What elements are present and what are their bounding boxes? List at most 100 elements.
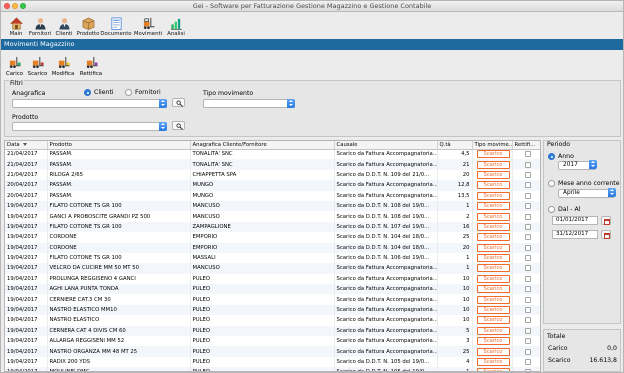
tipo-movimento-badge[interactable]: Scarico	[476, 181, 510, 190]
modifica-button[interactable]: Modifica	[49, 51, 77, 78]
table-row[interactable]: 19/04/2017 FILATO COTONE TS GR 100 ZAMPAGL…	[5, 221, 540, 233]
rettifica-checkbox[interactable]	[525, 192, 531, 199]
anagrafica-search-button[interactable]	[172, 98, 185, 107]
tipo-movimento-badge[interactable]: Scarico	[476, 191, 510, 200]
tipo-movimento-badge[interactable]: Scarico	[476, 212, 510, 221]
rettifica-checkbox[interactable]	[525, 161, 531, 168]
tipo-movimento-badge[interactable]: Scarico	[476, 170, 510, 179]
tipo-movimento-badge[interactable]: Scarico	[476, 295, 510, 304]
rettifica-checkbox[interactable]	[525, 234, 531, 241]
tipo-movimento-badge[interactable]: Scarico	[476, 306, 510, 315]
scarico-button[interactable]: Scarico	[26, 51, 49, 78]
toolbar-fornitori-button[interactable]: Fornitori	[28, 13, 52, 38]
rettifica-button[interactable]: Rettifica	[77, 51, 105, 78]
rettifica-checkbox[interactable]	[525, 286, 531, 293]
table-row[interactable]: 21/04/2017 PASSAM. TONALITA' SNC Scarico da…	[5, 159, 540, 170]
prodotto-search-button[interactable]	[172, 121, 185, 130]
mese-radio[interactable]	[548, 180, 555, 187]
table-row[interactable]: 19/04/2017 NASTRO ELASTICO PULEO Scarico da…	[5, 315, 540, 326]
table-row[interactable]: 19/04/2017 CORDONE EMPORIO Scarico da D.D.T…	[5, 242, 540, 253]
column-header-rettifica[interactable]: Rettifi...	[512, 141, 540, 150]
column-header-anagrafica[interactable]: Anagrafica Cliente/Fornitore	[190, 141, 335, 150]
rettifica-checkbox[interactable]	[525, 317, 531, 324]
toolbar-main-button[interactable]: Main	[4, 13, 28, 38]
tipo-movimento-badge[interactable]: Scarico	[476, 160, 510, 169]
tipo-movimento-select[interactable]	[203, 99, 295, 108]
table-row[interactable]: 21/04/2017 PASSAM. TONALITA' SNC Scarico da…	[5, 149, 540, 160]
dal-date-field[interactable]: 01/01/2017	[552, 216, 598, 225]
prodotto-select[interactable]	[12, 122, 167, 131]
table-row[interactable]: 20/04/2017 PASSAM. MUNGO Scarico da Fattura…	[5, 180, 540, 191]
table-row[interactable]: 19/04/2017 GANCI A PROBOSCITE GRANDI PZ 5…	[5, 211, 540, 222]
tipo-movimento-badge[interactable]: Scarico	[476, 202, 510, 211]
rettifica-checkbox[interactable]	[525, 296, 531, 303]
column-header-data[interactable]: Data	[5, 141, 48, 150]
column-header-tipo-movimento[interactable]: Tipo movime...	[472, 141, 513, 150]
tipo-movimento-badge[interactable]: Scarico	[476, 285, 510, 294]
al-date-field[interactable]: 31/12/2017	[552, 230, 598, 239]
rettifica-checkbox[interactable]	[525, 327, 531, 334]
anno-radio[interactable]	[548, 153, 555, 160]
anno-select[interactable]: 2017	[558, 160, 597, 170]
toolbar-documento-button[interactable]: Documento	[100, 13, 132, 38]
tipo-movimento-badge[interactable]: Scarico	[476, 337, 510, 346]
table-row[interactable]: 19/04/2017 FILATO COTONE TS GR 100 MANCUSO…	[5, 200, 540, 212]
rettifica-checkbox[interactable]	[525, 348, 531, 355]
table-row[interactable]: 19/04/2017 PROLUNGA REGGISENO 4 GANCI PULE…	[5, 273, 540, 285]
table-row[interactable]: 20/04/2017 PASSAM. MUNGO Scarico da Fattura…	[5, 190, 540, 201]
rettifica-checkbox[interactable]	[525, 244, 531, 251]
toolbar-clienti-button[interactable]: Clienti	[52, 13, 76, 38]
rettifica-checkbox[interactable]	[525, 359, 531, 365]
fornitori-radio[interactable]	[125, 89, 132, 96]
column-header-prodotto[interactable]: Prodotto	[47, 141, 191, 150]
rettifica-checkbox[interactable]	[525, 151, 531, 158]
rettifica-checkbox[interactable]	[525, 338, 531, 345]
tipo-movimento-badge[interactable]: Scarico	[476, 254, 510, 263]
tipo-movimento-badge[interactable]: Scarico	[476, 150, 510, 159]
table-row[interactable]: 19/04/2017 RADIX 200 YDS PULEO Scarico da D…	[5, 356, 540, 368]
column-header-causale[interactable]: Causale	[334, 141, 438, 150]
tipo-movimento-badge[interactable]: Scarico	[476, 368, 510, 371]
rettifica-checkbox[interactable]	[525, 369, 531, 371]
table-row[interactable]: 19/04/2017 VELCRO DA CUCIRE MM 50 MT 50 MA…	[5, 263, 540, 274]
rettifica-checkbox[interactable]	[525, 307, 531, 314]
column-header-qta[interactable]: Q.tà	[437, 141, 473, 150]
clienti-radio[interactable]	[84, 89, 91, 96]
tipo-movimento-badge[interactable]: Scarico	[476, 347, 510, 356]
rettifica-checkbox[interactable]	[525, 223, 531, 230]
table-row[interactable]: 19/04/2017 CORDONE EMPORIO Scarico da D.D.T…	[5, 232, 540, 243]
table-row[interactable]: 19/04/2017 FILATO COTONE TS GR 100 MASSALI…	[5, 252, 540, 264]
table-row[interactable]: 19/04/2017 AGHI LANA PUNTA TONDA PULEO Scar…	[5, 284, 540, 295]
tipo-movimento-badge[interactable]: Scarico	[476, 358, 510, 366]
table-row[interactable]: 19/04/2017 ALLARGA REGGISENI MM 52 PULEO Sc…	[5, 336, 540, 347]
table-row[interactable]: 19/04/2017 NASTRO ELASTICO MM10 PULEO Scari…	[5, 304, 540, 316]
tipo-movimento-badge[interactable]: Scarico	[476, 316, 510, 325]
tipo-movimento-badge[interactable]: Scarico	[476, 222, 510, 231]
carico-button[interactable]: Carico	[3, 51, 26, 78]
rettifica-checkbox[interactable]	[525, 203, 531, 210]
tipo-movimento-badge[interactable]: Scarico	[476, 243, 510, 252]
rettifica-checkbox[interactable]	[525, 171, 531, 178]
rettifica-checkbox[interactable]	[525, 182, 531, 189]
tipo-movimento-badge[interactable]: Scarico	[476, 264, 510, 273]
table-row[interactable]: 19/04/2017 CERNERA CAT 4 DIVIS CM 60 PULEO…	[5, 325, 540, 337]
table-row[interactable]: 19/04/2017 CERNIERE CAT.3 CM 30 PULEO Scari…	[5, 294, 540, 305]
table-row[interactable]: 19/04/2017MOULINE' DMCPULEOScarico da D.…	[5, 367, 540, 371]
dal-calendar-button[interactable]	[601, 216, 611, 225]
toolbar-prodotto-button[interactable]: Prodotto	[76, 13, 100, 38]
rettifica-checkbox[interactable]	[525, 275, 531, 282]
mese-select[interactable]: Aprile	[558, 188, 616, 198]
tipo-movimento-badge[interactable]: Scarico	[476, 326, 510, 335]
rettifica-checkbox[interactable]	[525, 265, 531, 272]
toolbar-movimenti-button[interactable]: Movimenti	[132, 13, 164, 38]
table-row[interactable]: 21/04/2017 RILOGA 2/65 CHIAPPETTA SPA Scari…	[5, 169, 540, 181]
al-calendar-button[interactable]	[601, 230, 611, 239]
rettifica-checkbox[interactable]	[525, 255, 531, 262]
dal-al-radio[interactable]	[548, 206, 555, 213]
anagrafica-select[interactable]	[12, 99, 167, 108]
tipo-movimento-badge[interactable]: Scarico	[476, 274, 510, 283]
toolbar-analisi-button[interactable]: Analisi	[164, 13, 188, 38]
rettifica-checkbox[interactable]	[525, 213, 531, 220]
tipo-movimento-badge[interactable]: Scarico	[476, 233, 510, 242]
table-row[interactable]: 19/04/2017 NASTRO ORGANZA MM 48 MT 25 PULE…	[5, 346, 540, 357]
